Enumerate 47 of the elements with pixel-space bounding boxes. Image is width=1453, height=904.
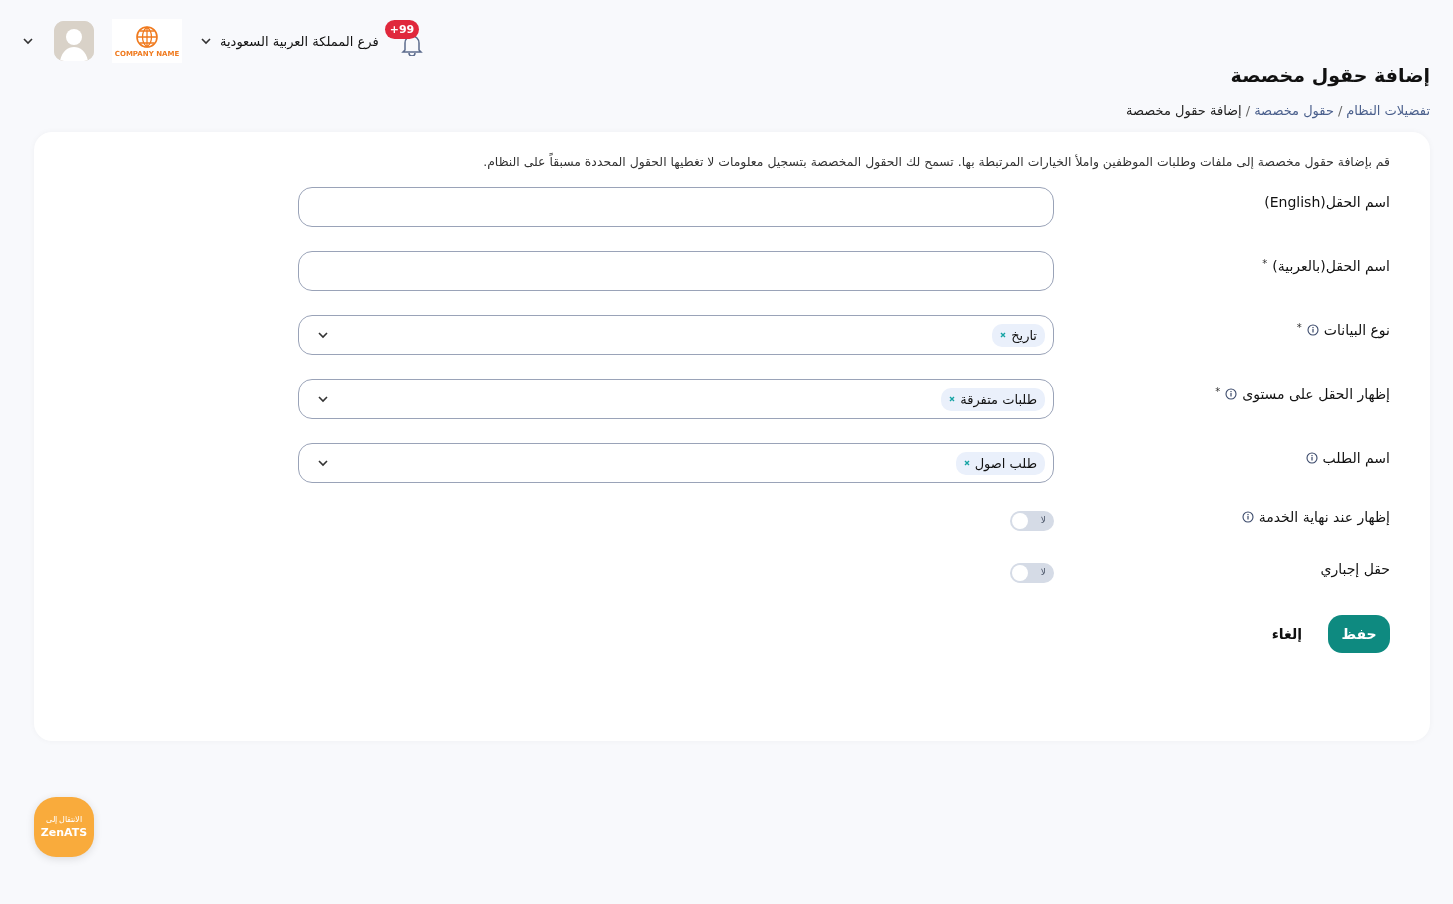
chevron-down-icon[interactable] — [317, 331, 329, 339]
required-mark: * — [1296, 322, 1302, 333]
remove-icon[interactable] — [1000, 332, 1007, 338]
selected-tag: تاريخ — [992, 323, 1045, 347]
select-field[interactable]: تاريخ — [298, 315, 1054, 355]
breadcrumb-current: إضافة حقول مخصصة — [1126, 103, 1242, 118]
field-label: نوع البيانات — [1323, 322, 1390, 338]
text-field[interactable] — [298, 251, 1054, 291]
select-field[interactable]: طلب اصول — [298, 443, 1054, 483]
breadcrumb-link[interactable]: تفضيلات النظام — [1346, 103, 1430, 118]
info-icon — [1225, 388, 1238, 400]
notification-badge: +99 — [384, 20, 420, 39]
field-label: حقل إجباري — [1320, 561, 1390, 577]
field-label: اسم الحقل(English) — [1264, 194, 1390, 210]
info-icon — [1241, 511, 1254, 523]
chevron-down-icon[interactable] — [317, 459, 329, 467]
breadcrumb-link[interactable]: حقول مخصصة — [1254, 103, 1334, 118]
chevron-down-icon[interactable] — [317, 395, 329, 403]
selected-tag: طلبات متفرقة — [941, 387, 1045, 411]
breadcrumb-separator: / — [1245, 103, 1251, 118]
remove-icon[interactable] — [949, 396, 956, 402]
selected-tag: طلب اصول — [955, 451, 1045, 475]
branch-selector[interactable]: فرع المملكة العربية السعودية — [200, 33, 379, 49]
toggle-switch[interactable]: لا — [1010, 563, 1054, 583]
field-label: إظهار عند نهاية الخدمة — [1258, 509, 1390, 525]
chevron-down-icon — [200, 37, 212, 45]
page-title: إضافة حقول مخصصة — [1229, 64, 1430, 86]
globe-icon — [134, 24, 160, 50]
remove-icon[interactable] — [963, 460, 970, 466]
chevron-down-icon[interactable] — [22, 37, 34, 45]
select-field[interactable]: طلبات متفرقة — [298, 379, 1054, 419]
field-label: اسم الحقل(بالعربية) — [1272, 258, 1390, 274]
cancel-button[interactable]: إلغاء — [1271, 626, 1302, 642]
info-icon — [1306, 324, 1319, 336]
required-mark: * — [1262, 258, 1268, 269]
field-label: اسم الطلب — [1322, 450, 1390, 466]
breadcrumb-separator: / — [1337, 103, 1343, 118]
form-description: قم بإضافة حقول مخصصة إلى ملفات وطلبات الموظفين واملأ الخيارات المرتبطة بها. تسمح لك الحقول المخصصة بتسجيل معلومات لا تغطيها الحقول المحددة مسبقاً على النظام. — [482, 154, 1390, 169]
toggle-state-text: لا — [1040, 566, 1046, 578]
info-icon — [1305, 452, 1318, 464]
text-field[interactable] — [298, 187, 1054, 227]
required-mark: * — [1215, 386, 1221, 397]
toggle-state-text: لا — [1040, 514, 1046, 526]
avatar-icon[interactable] — [54, 21, 94, 61]
toggle-switch[interactable]: لا — [1010, 511, 1054, 531]
field-label: إظهار الحقل على مستوى — [1242, 386, 1390, 402]
save-button[interactable]: حفظ — [1328, 615, 1390, 653]
